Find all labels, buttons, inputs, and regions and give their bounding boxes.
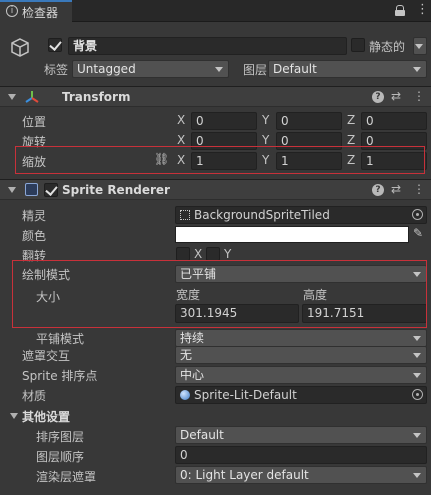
gameobject-name-field[interactable]: 背景 — [68, 37, 347, 55]
tile-mode-dropdown[interactable]: 持续 — [175, 329, 427, 347]
help-icon[interactable]: ? — [372, 91, 384, 103]
sprite-label: 精灵 — [22, 209, 47, 223]
tag-label: 标签 — [44, 63, 69, 77]
fold-arrow-icon[interactable] — [8, 94, 16, 100]
material-field[interactable]: Sprite-Lit-Default — [175, 386, 427, 404]
order-in-layer-field[interactable]: 0 — [175, 446, 427, 464]
transform-header[interactable]: Transform ? ⇄ ⋮ — [0, 86, 431, 107]
position-label: 位置 — [22, 115, 47, 129]
position-z-axis[interactable]: Z — [347, 113, 355, 127]
position-y-field[interactable]: 0 — [276, 112, 342, 130]
position-y-axis[interactable]: Y — [262, 113, 269, 127]
tab-title: 检查器 — [22, 6, 59, 20]
info-icon: i — [6, 5, 18, 17]
sprite-renderer-title: Sprite Renderer — [62, 183, 170, 197]
material-label: 材质 — [22, 389, 47, 403]
sorting-layer-label: 排序图层 — [36, 430, 85, 444]
rotation-x-axis[interactable]: X — [177, 133, 185, 147]
eyedropper-icon[interactable]: ✎ — [413, 226, 423, 240]
position-x-axis[interactable]: X — [177, 113, 185, 127]
light-layer-mask-label: 渲染层遮罩 — [36, 470, 97, 484]
static-dropdown[interactable] — [413, 37, 427, 55]
sort-point-dropdown[interactable]: 中心 — [175, 366, 427, 384]
additional-settings-title[interactable]: 其他设置 — [22, 408, 70, 425]
object-picker-icon[interactable] — [412, 209, 423, 220]
mask-interaction-dropdown[interactable]: 无 — [175, 346, 427, 364]
menu-icon[interactable]: ⋮ — [416, 2, 429, 17]
order-in-layer-label: 图层顺序 — [36, 450, 85, 464]
object-picker-icon[interactable] — [412, 389, 423, 400]
position-z-field[interactable]: 0 — [361, 112, 427, 130]
transform-icon — [24, 90, 40, 104]
tile-mode-label: 平铺模式 — [36, 332, 85, 346]
color-label: 颜色 — [22, 229, 47, 243]
inspector-tab[interactable]: i 检查器 — [0, 0, 72, 22]
active-checkbox[interactable] — [48, 38, 62, 52]
sprite-asset-icon — [180, 210, 190, 220]
gameobject-icon — [9, 37, 31, 59]
preset-icon[interactable]: ⇄ — [391, 182, 401, 196]
scale-highlight — [15, 146, 425, 174]
sprite-renderer-icon — [25, 183, 38, 196]
flip-x-label: X — [194, 247, 203, 261]
tag-dropdown[interactable]: Untagged — [72, 60, 229, 78]
sort-point-label: Sprite 排序点 — [22, 369, 98, 383]
color-swatch[interactable] — [175, 226, 409, 243]
flip-x-checkbox[interactable] — [176, 247, 190, 261]
lock-body — [395, 10, 405, 16]
fold-arrow-icon[interactable] — [8, 187, 16, 193]
layer-dropdown[interactable]: Default — [268, 60, 427, 78]
flip-y-label: Y — [224, 247, 232, 261]
additional-settings-fold-icon[interactable] — [10, 413, 18, 419]
rotation-y-axis[interactable]: Y — [262, 133, 269, 147]
layer-label: 图层 — [243, 63, 268, 77]
sprite-renderer-enabled-checkbox[interactable] — [44, 183, 58, 197]
material-icon — [180, 390, 190, 400]
context-menu-icon[interactable]: ⋮ — [413, 89, 425, 103]
mask-interaction-label: 遮罩交互 — [22, 349, 71, 363]
sprite-renderer-header[interactable]: Sprite Renderer ? ⇄ ⋮ — [0, 179, 431, 200]
context-menu-icon[interactable]: ⋮ — [413, 182, 425, 196]
sprite-field[interactable]: BackgroundSpriteTiled — [175, 206, 427, 224]
sorting-layer-dropdown[interactable]: Default — [175, 426, 427, 444]
light-layer-mask-dropdown[interactable]: 0: Light Layer default — [175, 466, 427, 484]
draw-mode-highlight — [12, 260, 427, 328]
flip-y-checkbox[interactable] — [206, 247, 220, 261]
static-label: 静态的 — [369, 40, 406, 54]
preset-icon[interactable]: ⇄ — [391, 89, 401, 103]
rotation-z-axis[interactable]: Z — [347, 133, 355, 147]
static-checkbox[interactable] — [351, 38, 365, 52]
transform-title: Transform — [62, 90, 131, 104]
help-icon[interactable]: ? — [372, 184, 384, 196]
position-x-field[interactable]: 0 — [191, 112, 257, 130]
